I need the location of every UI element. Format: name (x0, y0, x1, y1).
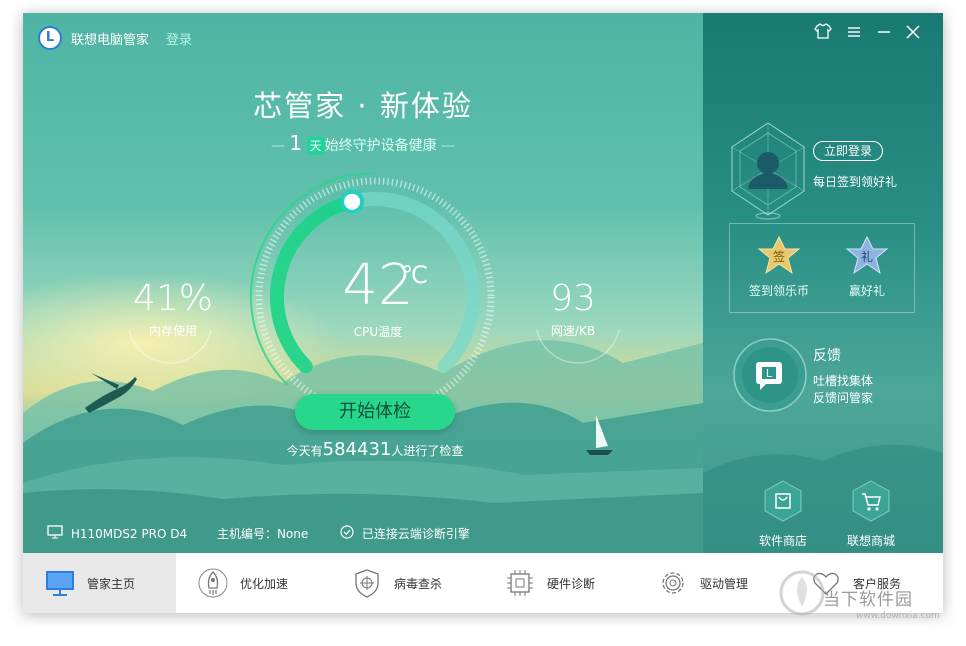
main-panel: L 联想电脑管家 登录 芯管家 · 新体验 — 1 天始终守护设备健康 — 42… (23, 13, 703, 553)
gear-icon (656, 566, 690, 600)
cloud-status: 已连接云端诊断引擎 (361, 527, 470, 541)
network-speed-value: 93 (550, 278, 596, 319)
svg-text:L: L (766, 367, 773, 380)
app-logo: L (38, 26, 62, 50)
instant-login-button[interactable]: 立即登录 (813, 141, 883, 161)
close-icon[interactable] (902, 23, 924, 45)
days-count: 1 (289, 131, 303, 155)
daily-signin-text: 每日签到领好礼 (813, 175, 898, 189)
feedback-subtitle: 吐槽找集体 反馈问管家 (813, 373, 873, 407)
lenovo-mall[interactable]: 联想商城 (836, 479, 906, 549)
store-bag-icon (764, 480, 802, 522)
nav-antivirus[interactable]: 病毒查杀 (350, 553, 442, 613)
nav-label: 硬件诊断 (547, 576, 596, 591)
feedback-title[interactable]: 反馈 (813, 345, 841, 365)
start-checkup-button[interactable]: 开始体检 (295, 394, 455, 430)
device-model: H110MDS2 PRO D4 (70, 526, 188, 541)
minimize-icon[interactable] (873, 23, 895, 45)
shirt-icon[interactable] (812, 23, 834, 45)
nav-label: 病毒查杀 (394, 576, 443, 591)
checkup-count: 今天有584431人进行了检查 (245, 439, 505, 460)
win-gifts-label: 赢好礼 (848, 284, 885, 298)
hero-subtitle: — 1 天始终守护设备健康 — (270, 131, 456, 155)
count-prefix: 今天有 (286, 444, 323, 458)
nav-drivers[interactable]: 驱动管理 (656, 553, 748, 613)
chip-icon (503, 566, 537, 600)
nav-label: 驱动管理 (700, 576, 749, 591)
watermark-logo (779, 570, 825, 616)
avatar[interactable] (728, 123, 808, 223)
feedback-icon[interactable]: L (730, 335, 810, 415)
sign-badge-icon: 签 (757, 235, 801, 275)
svg-text:礼: 礼 (861, 249, 873, 264)
count-value: 584431 (322, 439, 392, 460)
watermark-text: 当下软件园 (823, 590, 913, 610)
monitor-icon (47, 525, 63, 542)
sign-in-coins[interactable]: 签 签到领乐币 (744, 235, 814, 299)
hero-title: 芯管家 · 新体验 (253, 89, 473, 123)
gauge-knob (340, 189, 365, 214)
nav-home[interactable]: 管家主页 (23, 553, 176, 613)
cpu-temperature-label: CPU温度 (353, 325, 403, 339)
login-link[interactable]: 登录 (166, 29, 192, 48)
watermark-url: www.downxia.com (856, 611, 940, 621)
feedback-line-1: 吐槽找集体 (813, 374, 874, 388)
memory-usage-value: 41% (132, 278, 213, 319)
software-store[interactable]: 软件商店 (748, 479, 818, 549)
check-circle-icon (340, 525, 354, 542)
shield-icon (350, 566, 384, 600)
host-id: 主机编号：None (216, 527, 309, 541)
memory-usage-label: 内存使用 (148, 324, 197, 338)
software-store-label: 软件商店 (758, 534, 807, 548)
cart-icon (852, 480, 890, 522)
nav-optimize[interactable]: 优化加速 (196, 553, 288, 613)
monitor-icon (43, 566, 77, 600)
nav-hardware[interactable]: 硬件诊断 (503, 553, 595, 613)
gift-badge-icon: 礼 (845, 235, 889, 275)
network-speed-label: 网速/KB (550, 324, 596, 338)
rocket-icon (196, 566, 230, 600)
lenovo-mall-label: 联想商城 (846, 534, 895, 548)
sign-in-label: 签到领乐币 (748, 284, 809, 298)
svg-text:签: 签 (773, 249, 785, 264)
nav-label: 优化加速 (240, 576, 289, 591)
temperature-unit: ℃ (401, 261, 428, 289)
day-badge: 天 (306, 137, 325, 155)
app-title: 联想电脑管家 (71, 33, 150, 48)
menu-icon[interactable] (843, 23, 865, 45)
count-suffix: 人进行了检查 (391, 444, 464, 458)
nav-label: 管家主页 (87, 576, 136, 591)
app-window: L 联想电脑管家 登录 芯管家 · 新体验 — 1 天始终守护设备健康 — 42… (23, 13, 943, 613)
win-gifts[interactable]: 礼 赢好礼 (832, 235, 902, 299)
feedback-line-2: 反馈问管家 (813, 391, 874, 405)
status-bar: H110MDS2 PRO D4 主机编号：None 已连接云端诊断引擎 (47, 525, 470, 542)
hero-subtitle-text: 始终守护设备健康 (324, 138, 437, 154)
